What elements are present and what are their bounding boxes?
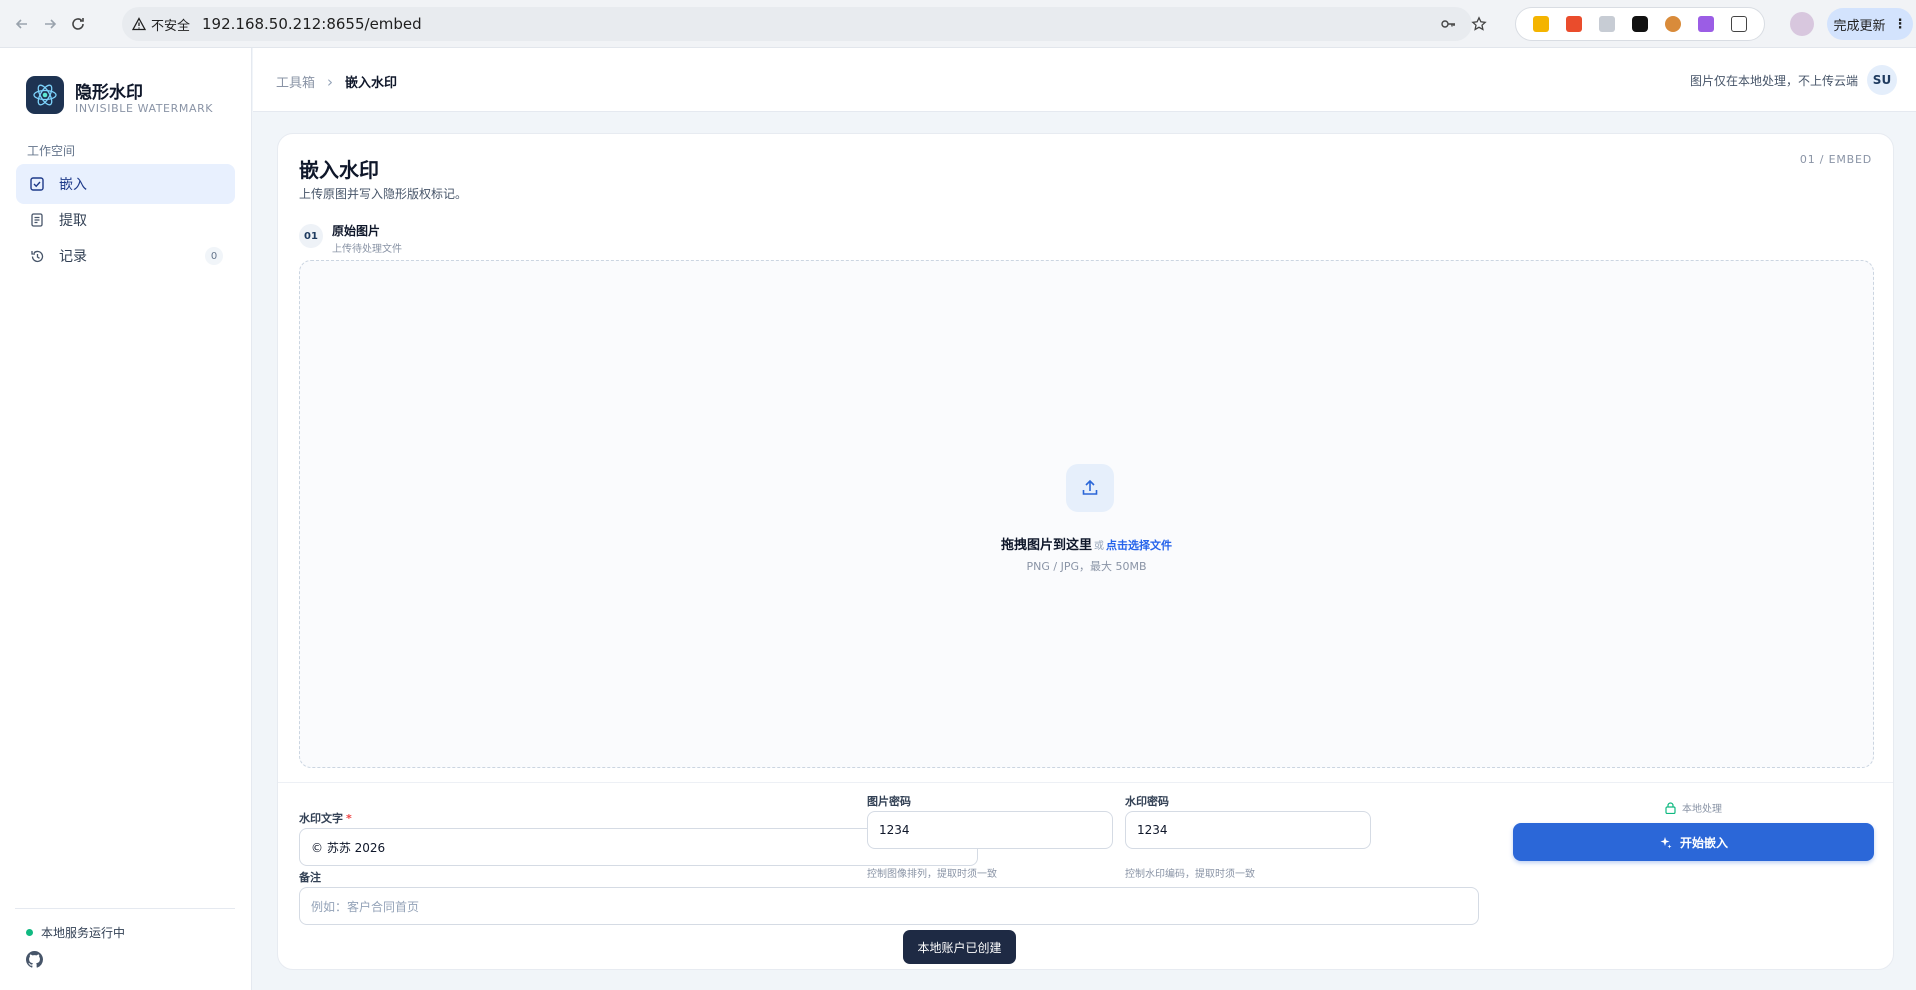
back-icon[interactable] bbox=[10, 12, 34, 36]
menu-dots-icon: ⋮ bbox=[1893, 16, 1907, 32]
image-password-help: 控制图像排列，提取时须一致 bbox=[867, 869, 997, 880]
extension-fox-icon[interactable] bbox=[1665, 16, 1682, 32]
sidebar-item-label: 记录 bbox=[59, 249, 87, 265]
upload-icon[interactable] bbox=[1066, 464, 1114, 512]
choose-file-link[interactable]: 点击选择文件 bbox=[1106, 539, 1172, 552]
brand-subtitle: INVISIBLE WATERMARK bbox=[75, 102, 214, 115]
check-square-icon bbox=[29, 176, 45, 192]
workspace-section-label: 工作空间 bbox=[27, 144, 76, 158]
step-number-badge: 01 bbox=[299, 224, 323, 248]
image-password-input[interactable]: 1234 bbox=[867, 811, 1113, 849]
profile-avatar[interactable] bbox=[1790, 12, 1814, 36]
chevron-right-icon: › bbox=[327, 72, 334, 91]
extension-purple-icon[interactable] bbox=[1698, 16, 1715, 32]
sidebar-item-label: 提取 bbox=[59, 213, 87, 229]
brand-title: 隐形水印 bbox=[75, 83, 143, 103]
dropzone-or-text: 或 bbox=[1094, 541, 1104, 552]
note-input[interactable]: 例如：客户合同首页 bbox=[299, 887, 1479, 925]
sidebar: 隐形水印 INVISIBLE WATERMARK 工作空间 嵌入 提取 记录 0… bbox=[0, 48, 252, 990]
sidebar-item-extract[interactable]: 提取 bbox=[16, 200, 235, 240]
start-embed-label: 开始嵌入 bbox=[1679, 835, 1728, 850]
page-title: 嵌入水印 bbox=[299, 158, 379, 182]
history-count-badge: 0 bbox=[205, 247, 223, 265]
watermark-password-help: 控制水印编码，提取时须一致 bbox=[1125, 869, 1255, 880]
extension-dark-icon[interactable] bbox=[1631, 16, 1648, 32]
top-header: 工具箱 › 嵌入水印 图片仅在本地处理，不上传云端 SU bbox=[253, 48, 1916, 112]
privacy-note: 图片仅在本地处理，不上传云端 bbox=[1689, 74, 1858, 88]
extensions-puzzle-icon[interactable] bbox=[1731, 16, 1748, 32]
sidebar-divider bbox=[15, 908, 235, 909]
forward-icon[interactable] bbox=[38, 12, 62, 36]
security-warning[interactable]: 不安全 bbox=[132, 14, 190, 34]
sidebar-item-history[interactable]: 记录 0 bbox=[16, 236, 235, 276]
step-subtitle: 上传待处理文件 bbox=[332, 244, 402, 255]
step-title: 原始图片 bbox=[332, 224, 381, 238]
github-icon[interactable] bbox=[26, 951, 43, 968]
required-mark: * bbox=[346, 812, 352, 825]
watermark-password-label: 水印密码 bbox=[1125, 795, 1169, 808]
star-icon[interactable] bbox=[1470, 15, 1488, 33]
watermark-password-input[interactable]: 1234 bbox=[1125, 811, 1371, 849]
step-tag: 01 / EMBED bbox=[1799, 153, 1872, 166]
sidebar-item-embed[interactable]: 嵌入 bbox=[16, 164, 235, 204]
embed-card: 嵌入水印 上传原图并写入隐形版权标记。 01 / EMBED 01 原始图片 上… bbox=[277, 133, 1894, 970]
image-password-label: 图片密码 bbox=[867, 795, 911, 808]
breadcrumb: 工具箱 › 嵌入水印 bbox=[276, 72, 398, 92]
breadcrumb-toolbox[interactable]: 工具箱 bbox=[276, 72, 315, 91]
status-dot-icon bbox=[26, 929, 33, 936]
reload-icon[interactable] bbox=[66, 12, 90, 36]
extension-translate-icon[interactable] bbox=[1598, 16, 1615, 32]
service-status-text: 本地服务运行中 bbox=[41, 926, 126, 940]
dropzone-hint: PNG / JPG，最大 50MB bbox=[1026, 560, 1147, 573]
extension-json-icon[interactable] bbox=[1565, 16, 1582, 32]
start-embed-button[interactable]: 开始嵌入 bbox=[1513, 823, 1874, 861]
dropzone-main-text: 拖拽图片到这里 bbox=[1000, 538, 1092, 553]
address-bar[interactable]: 不安全 192.168.50.212:8655/embed bbox=[122, 7, 1487, 41]
card-divider bbox=[278, 782, 1893, 783]
lock-icon bbox=[1665, 801, 1676, 814]
dropzone-instructions: 拖拽图片到这里或点击选择文件 bbox=[300, 534, 1873, 553]
breadcrumb-current: 嵌入水印 bbox=[345, 76, 398, 91]
document-icon bbox=[29, 212, 45, 228]
url-text[interactable]: 192.168.50.212:8655/embed bbox=[202, 15, 422, 33]
update-button[interactable]: 完成更新 ⋮ bbox=[1827, 8, 1913, 40]
sidebar-item-label: 嵌入 bbox=[59, 177, 87, 193]
security-label: 不安全 bbox=[151, 18, 191, 34]
toast-notification: 本地账户已创建 bbox=[903, 930, 1016, 964]
sparkle-icon bbox=[1660, 836, 1672, 848]
history-icon bbox=[29, 248, 45, 264]
watermark-text-label: 水印文字 * bbox=[299, 810, 352, 826]
local-processing-note: 本地处理 bbox=[1665, 800, 1722, 815]
watermark-text-label-text: 水印文字 bbox=[299, 812, 343, 825]
note-label: 备注 bbox=[299, 871, 321, 884]
extensions-group bbox=[1515, 7, 1765, 41]
update-label: 完成更新 bbox=[1833, 18, 1886, 34]
service-status: 本地服务运行中 bbox=[26, 924, 125, 941]
browser-toolbar: 不安全 192.168.50.212:8655/embed 完成更新 ⋮ bbox=[0, 0, 1916, 48]
key-icon[interactable] bbox=[1439, 15, 1457, 33]
user-avatar[interactable]: SU bbox=[1867, 65, 1897, 95]
image-dropzone[interactable]: 拖拽图片到这里或点击选择文件 PNG / JPG，最大 50MB bbox=[299, 260, 1874, 768]
app-logo[interactable] bbox=[26, 76, 64, 114]
atom-icon bbox=[33, 84, 57, 106]
warning-icon bbox=[132, 17, 146, 31]
local-processing-text: 本地处理 bbox=[1682, 804, 1722, 815]
extension-notes-icon[interactable] bbox=[1532, 16, 1549, 32]
page-subtitle: 上传原图并写入隐形版权标记。 bbox=[299, 187, 468, 201]
